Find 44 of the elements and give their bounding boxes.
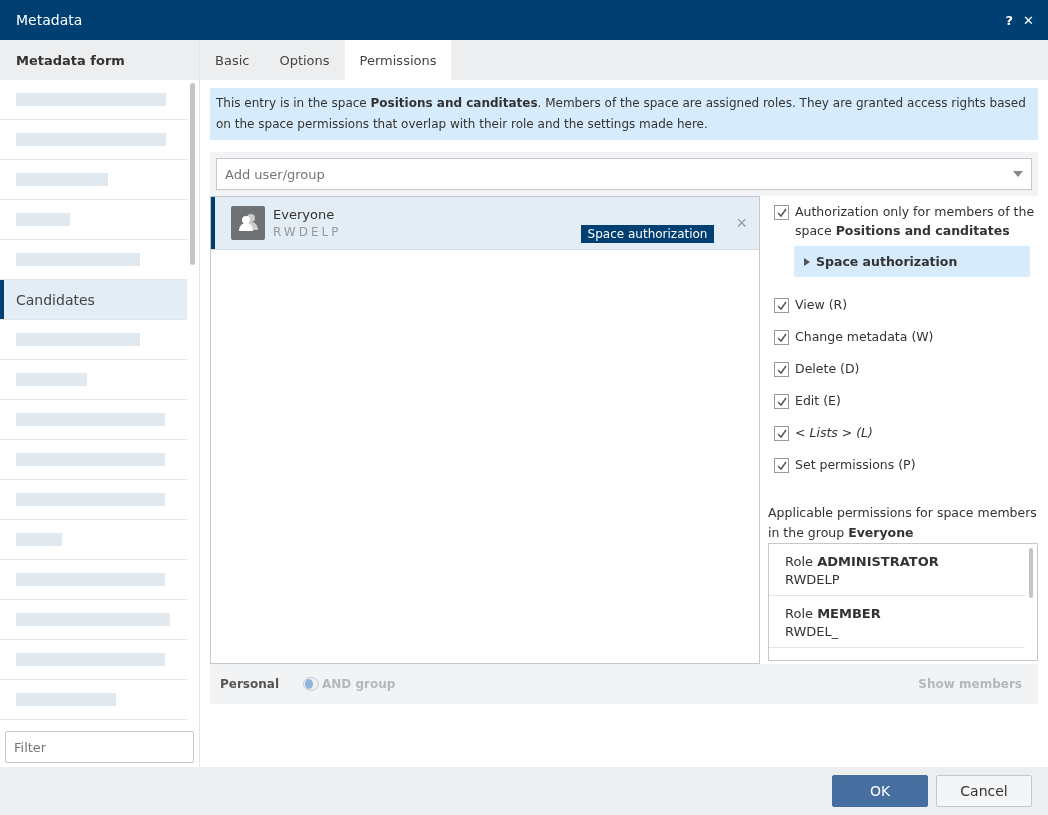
group-icon xyxy=(231,206,265,240)
window-title: Metadata xyxy=(16,12,83,28)
caret-icon xyxy=(1013,171,1023,177)
checkbox-label: Set permissions (P) xyxy=(795,456,916,474)
space-authorization-tag: Space authorization xyxy=(580,225,715,243)
role-rights: RWDELP xyxy=(785,572,841,587)
role-name: Role MEMBER xyxy=(785,606,882,621)
add-user-field[interactable]: Add user/group xyxy=(216,158,1032,190)
checkbox-label: Authorization only for members of the space Positions and canditates xyxy=(795,203,1036,240)
entry-name: Everyone xyxy=(273,207,336,222)
entry-rights: RWDELP xyxy=(273,225,343,239)
scrollbar[interactable] xyxy=(1029,548,1033,598)
role-name: Role ADMINISTRATOR xyxy=(785,554,940,569)
tab[interactable]: Permissions xyxy=(344,40,452,80)
and-group-label: AND group xyxy=(322,677,396,691)
checkbox-label: < Lists > (L) xyxy=(795,424,873,442)
help-button[interactable]: ? xyxy=(1001,10,1018,30)
applicable-permissions-label: Applicable permissions for space members in the group Everyone xyxy=(768,504,1038,542)
cancel-button[interactable]: Cancel xyxy=(936,775,1032,807)
checkbox[interactable] xyxy=(774,426,789,441)
checkbox-label: Delete (D) xyxy=(795,360,860,378)
checkbox-label: View (R) xyxy=(795,296,848,314)
tab[interactable]: Options xyxy=(264,40,345,80)
filter-field[interactable]: Filter xyxy=(5,731,194,763)
personal-label: Personal xyxy=(220,677,279,691)
sidebar-item[interactable]: Candidates xyxy=(0,280,187,320)
scrollbar[interactable] xyxy=(190,83,195,265)
checkbox[interactable] xyxy=(774,458,789,473)
space-authorization-expander[interactable]: Space authorization xyxy=(794,246,1030,277)
sidebar-title: Metadata form xyxy=(16,52,125,68)
checkbox[interactable] xyxy=(774,298,789,313)
checkbox[interactable] xyxy=(774,205,789,220)
entry-row[interactable]: Everyone RWDELP Space authorization × xyxy=(211,196,759,250)
close-button[interactable]: ✕ xyxy=(1019,10,1038,30)
triangle-icon xyxy=(804,257,810,266)
checkbox[interactable] xyxy=(774,330,789,345)
role-rights: RWDEL_ xyxy=(785,624,840,639)
ok-button[interactable]: OK xyxy=(832,775,928,807)
info-banner: This entry is in the space Positions and canditates. Members of the space are assigned roles. They are granted access rights based on the space permissions that overlap with their role and the settings made here. xyxy=(210,88,1038,140)
tab[interactable]: Basic xyxy=(200,40,265,80)
checkbox[interactable] xyxy=(774,362,789,377)
checkbox-label: Change metadata (W) xyxy=(795,328,934,346)
checkbox-label: Edit (E) xyxy=(795,392,841,410)
checkbox[interactable] xyxy=(774,394,789,409)
